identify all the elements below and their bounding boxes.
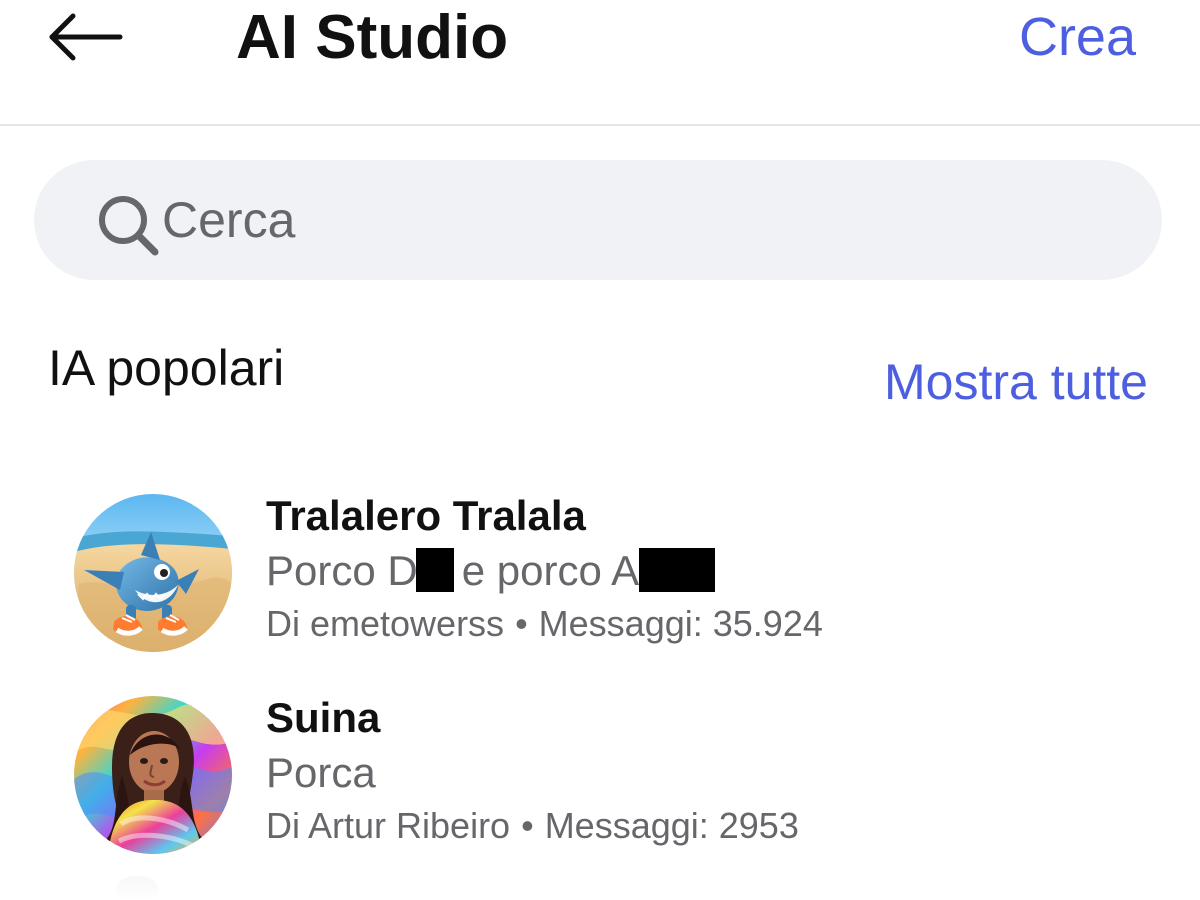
ai-list-item[interactable]: Suina Porca Di Artur Ribeiro • Messaggi: 2… (0, 694, 1200, 856)
search-input[interactable] (162, 180, 1092, 260)
ai-meta: Di emetowerss • Messaggi: 35.924 (266, 603, 823, 645)
ai-description: Porca (266, 749, 376, 796)
ai-name: Tralalero Tralala (266, 492, 586, 539)
search-icon (99, 196, 159, 256)
search-bar[interactable] (34, 160, 1162, 280)
ai-meta: Di Artur Ribeiro • Messaggi: 2953 (266, 805, 799, 847)
creator-label: Di Artur Ribeiro (266, 805, 511, 846)
partially-visible-avatar (116, 876, 158, 900)
page-title: AI Studio (236, 3, 509, 72)
messages-count: Messaggi: 35.924 (538, 603, 823, 644)
description-visible-text: Porco D (266, 547, 418, 594)
description-visible-text: e porco A (461, 547, 640, 594)
ai-studio-screen: AI Studio Crea IA popolari Mostra tutte (0, 0, 1200, 900)
colorful-portrait-avatar (74, 696, 232, 854)
meta-separator: • (515, 603, 528, 644)
show-all-link[interactable]: Mostra tutte (884, 353, 1148, 411)
creator-label: Di emetowerss (266, 603, 505, 644)
shark-avatar-image (74, 494, 232, 652)
create-button[interactable]: Crea (1019, 6, 1136, 68)
redaction-block (415, 548, 454, 592)
ai-description: Porco D e porco A (266, 547, 716, 595)
meta-separator: • (521, 805, 534, 846)
top-app-bar: AI Studio Crea (0, 0, 1200, 126)
shark-beach-avatar (74, 494, 232, 652)
redaction-block (639, 548, 716, 592)
ai-name: Suina (266, 694, 381, 741)
popular-ai-list: Tralalero Tralala Porco D e porco A Di em… (0, 492, 1200, 900)
messages-count: Messaggi: 2953 (544, 805, 799, 846)
popular-ai-heading: IA popolari (48, 340, 285, 396)
ai-list-item[interactable]: Tralalero Tralala Porco D e porco A Di em… (0, 492, 1200, 654)
portrait-avatar-image (74, 696, 232, 854)
back-arrow-icon[interactable] (42, 6, 132, 68)
